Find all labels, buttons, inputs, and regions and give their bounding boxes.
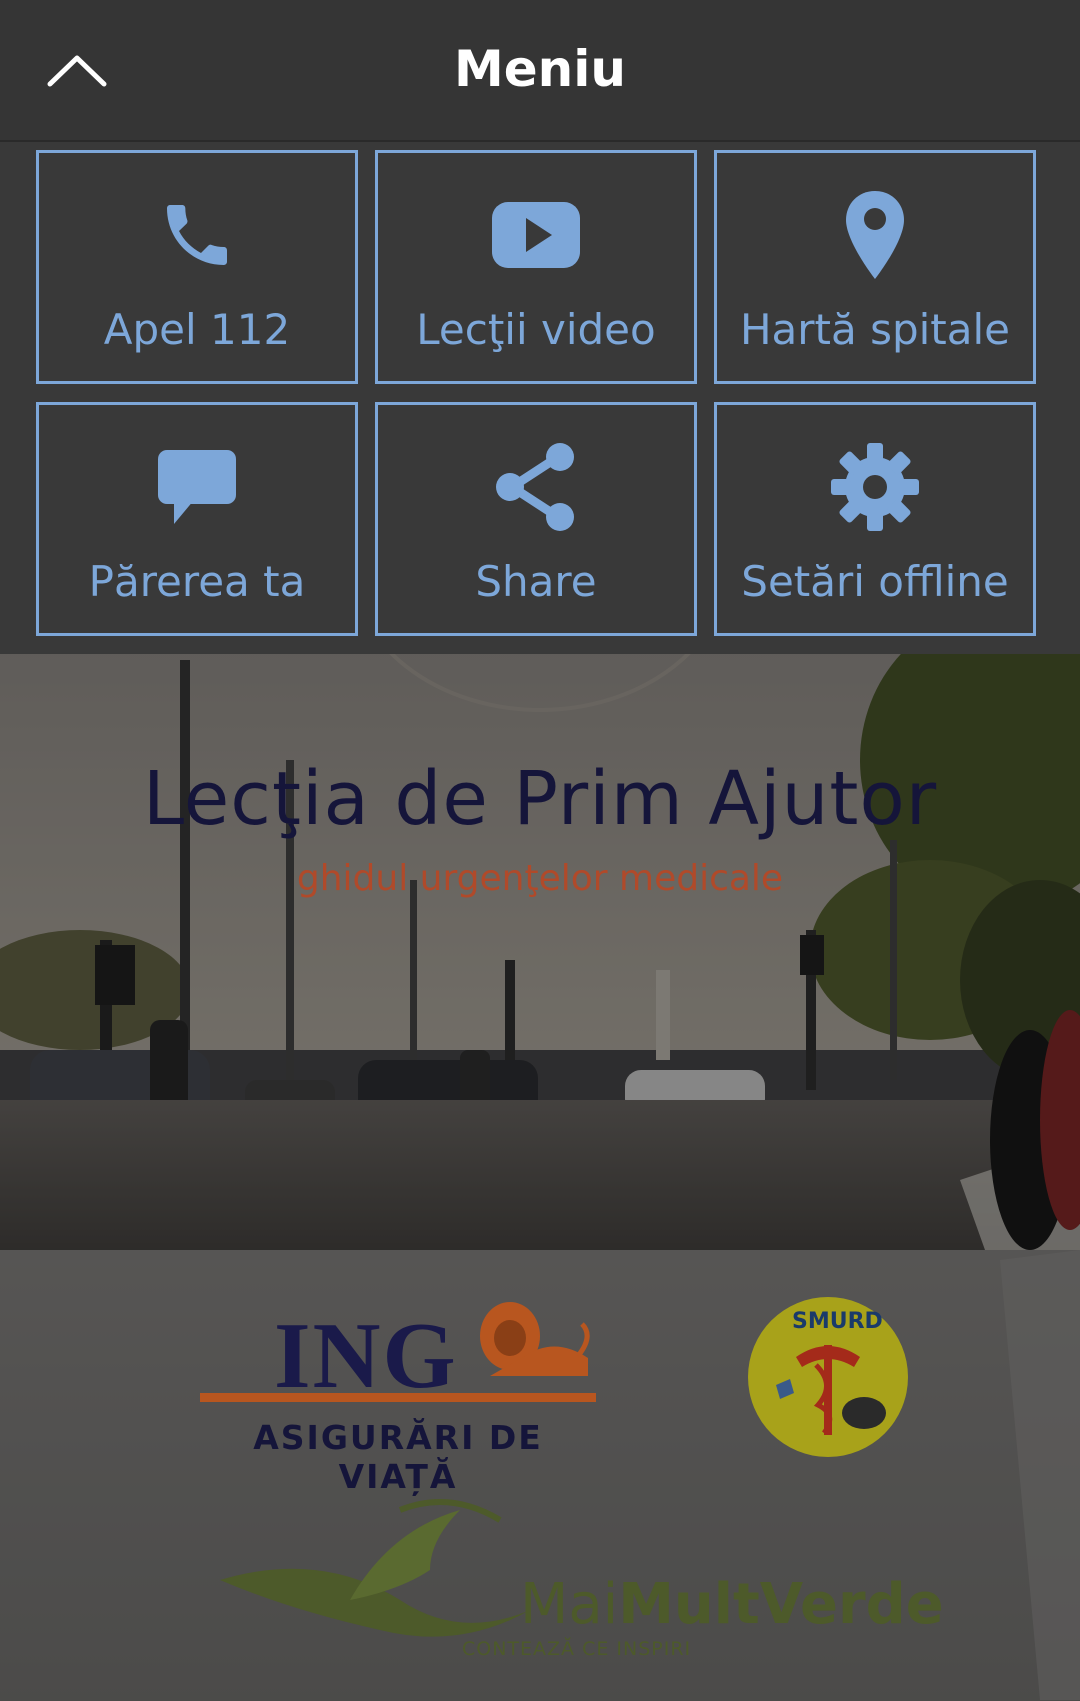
youtube-play-icon bbox=[378, 189, 694, 281]
collapse-menu-button[interactable] bbox=[38, 38, 116, 104]
menu-item-label: Părerea ta bbox=[88, 557, 306, 606]
menu-item-label: Hartă spitale bbox=[739, 305, 1011, 354]
menu-item-lectii-video[interactable]: Lecţii video bbox=[375, 150, 697, 384]
maimultverde-tagline: CONTEAZĂ CE INSPIRI bbox=[462, 1638, 692, 1660]
gear-icon bbox=[717, 441, 1033, 533]
top-bar: Meniu bbox=[0, 0, 1080, 142]
menu-item-label: Apel 112 bbox=[103, 305, 291, 354]
mmv-light: Mai bbox=[520, 1572, 619, 1637]
mmv-bold: MultVerde bbox=[618, 1572, 944, 1637]
menu-item-apel-112[interactable]: Apel 112 bbox=[36, 150, 358, 384]
hero-title: Lecţia de Prim Ajutor bbox=[142, 756, 938, 842]
menu-panel: Apel 112 Lecţii video Hartă spitale Păre… bbox=[0, 142, 1080, 654]
ing-lion-icon bbox=[480, 1302, 590, 1376]
ing-divider bbox=[200, 1393, 596, 1402]
smurd-label: SMURD bbox=[792, 1309, 883, 1334]
map-marker-icon bbox=[717, 189, 1033, 281]
menu-item-share[interactable]: Share bbox=[375, 402, 697, 636]
smurd-logo: SMURD bbox=[746, 1295, 910, 1459]
leaf-figure-icon bbox=[220, 1499, 530, 1637]
maimultverde-wordmark: MaiMultVerde bbox=[520, 1572, 944, 1637]
menu-item-label: Lecţii video bbox=[416, 305, 656, 354]
menu-item-setari-offline[interactable]: Setări offline bbox=[714, 402, 1036, 636]
share-icon bbox=[378, 441, 694, 533]
menu-item-parerea-ta[interactable]: Părerea ta bbox=[36, 402, 358, 636]
page-title: Meniu bbox=[454, 40, 626, 98]
hero-subtitle: ghidul urgenţelor medicale bbox=[296, 858, 784, 899]
ing-tagline: ASIGURĂRI DE VIAȚĂ bbox=[253, 1418, 543, 1496]
menu-item-harta-spitale[interactable]: Hartă spitale bbox=[714, 150, 1036, 384]
phone-icon bbox=[39, 189, 355, 281]
chevron-up-icon bbox=[47, 55, 107, 87]
menu-item-label: Share bbox=[475, 557, 597, 606]
speech-bubble-icon bbox=[39, 441, 355, 533]
menu-item-label: Setări offline bbox=[741, 557, 1009, 606]
